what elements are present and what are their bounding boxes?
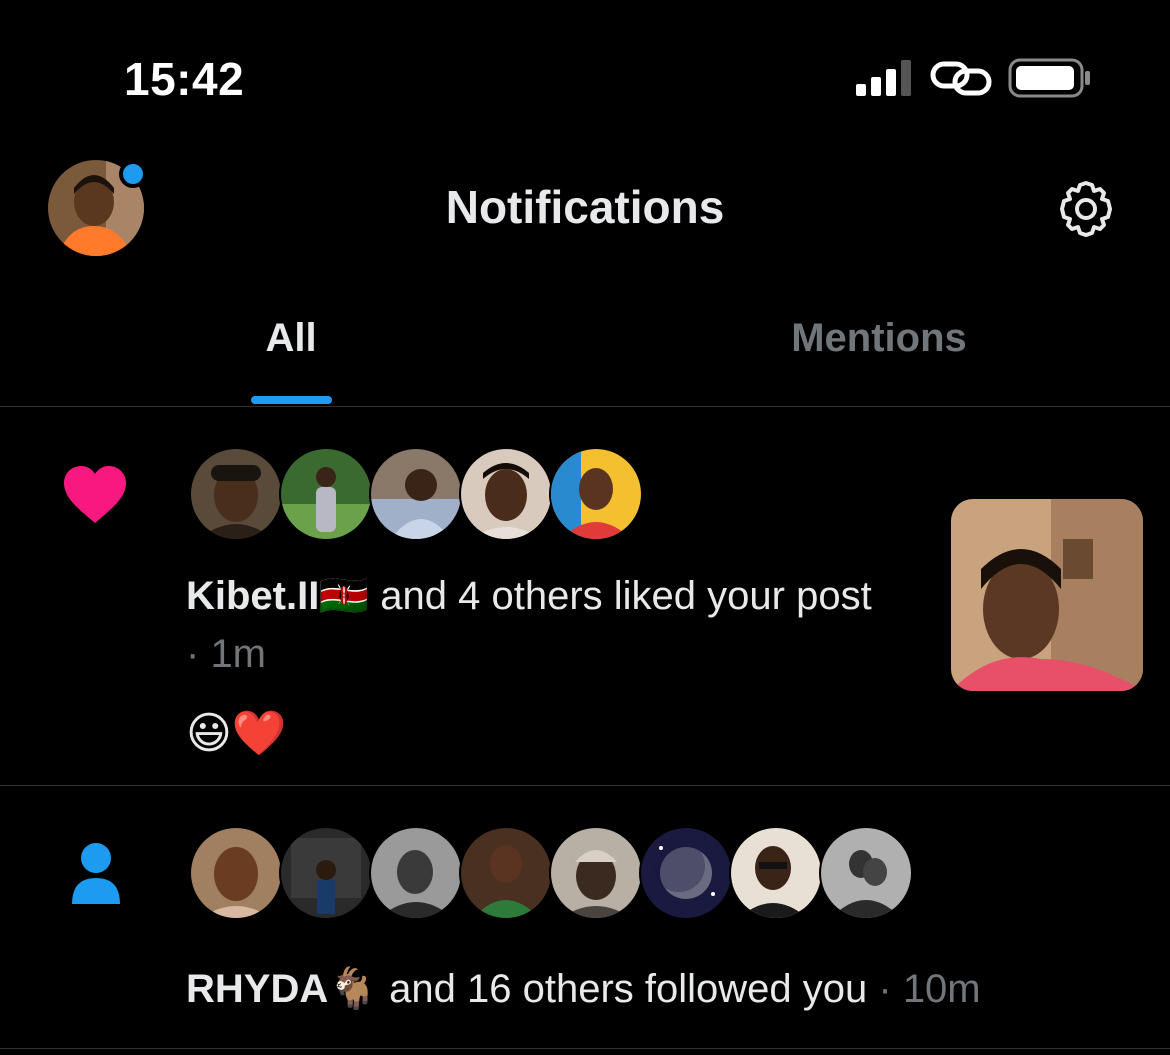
action-text: and 16 others followed you: [378, 967, 868, 1011]
avatar[interactable]: [729, 826, 823, 920]
avatar[interactable]: [279, 447, 373, 541]
active-tab-indicator: [251, 396, 332, 404]
status-bar: 15:42: [0, 0, 1170, 150]
header: Notifications: [0, 150, 1170, 270]
goat-emoji: 🐐: [328, 967, 379, 1011]
status-time: 15:42: [124, 53, 245, 105]
avatar[interactable]: [639, 826, 733, 920]
liker-avatars: [189, 447, 649, 541]
tab-mentions[interactable]: Mentions: [588, 316, 1170, 361]
person-icon: [72, 843, 120, 904]
signal-icon: [856, 60, 911, 96]
tab-bar: All Mentions: [0, 290, 1170, 407]
page-title: Notifications: [445, 181, 725, 233]
post-preview-text: 😃❤️: [186, 709, 287, 758]
heart-icon: [64, 466, 126, 523]
hotspot-link-icon: [930, 61, 992, 96]
actor-name[interactable]: RHYDA: [186, 967, 328, 1011]
avatar[interactable]: [549, 826, 643, 920]
tab-all[interactable]: All: [0, 316, 582, 361]
avatar[interactable]: [279, 826, 373, 920]
notification-text: RHYDA🐐 and 16 others followed you · 10m: [186, 967, 981, 1011]
notifications-screen: 15:42 Notifications All Mentions Kibet.I…: [0, 0, 1170, 1055]
timestamp: 10m: [902, 967, 981, 1011]
avatar[interactable]: [549, 447, 643, 541]
avatar[interactable]: [369, 447, 463, 541]
action-text: and 4 others liked your post: [369, 574, 872, 618]
gear-icon[interactable]: [1054, 177, 1118, 241]
post-thumbnail[interactable]: [951, 499, 1143, 691]
follower-avatars: [189, 826, 919, 920]
flag-emoji: 🇰🇪: [319, 574, 370, 618]
notification-like[interactable]: Kibet.II🇰🇪 and 4 others liked your post …: [0, 407, 1170, 786]
battery-icon: [1008, 58, 1090, 98]
actor-name[interactable]: Kibet.II: [186, 574, 319, 618]
avatar[interactable]: [459, 447, 553, 541]
avatar[interactable]: [369, 826, 463, 920]
notification-text: Kibet.II🇰🇪 and 4 others liked your post …: [186, 574, 872, 676]
avatar[interactable]: [189, 826, 283, 920]
avatar[interactable]: [459, 826, 553, 920]
avatar[interactable]: [189, 447, 283, 541]
timestamp: 1m: [210, 632, 267, 676]
notification-follow[interactable]: RHYDA🐐 and 16 others followed you · 10m: [0, 786, 1170, 1049]
avatar[interactable]: [819, 826, 913, 920]
